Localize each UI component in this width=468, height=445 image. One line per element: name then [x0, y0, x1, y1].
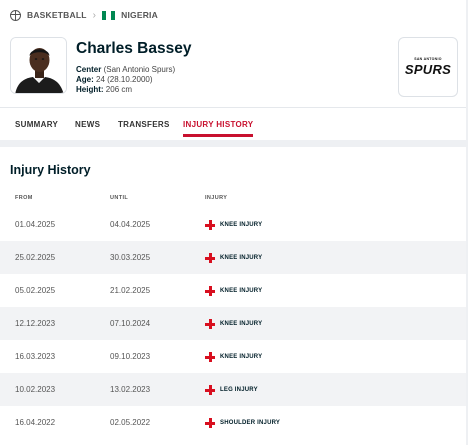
- from-date: 10.02.2023: [15, 385, 56, 394]
- player-position: Center: [76, 65, 102, 74]
- until-date: 13.02.2023: [110, 385, 151, 394]
- until-date: 30.03.2025: [110, 253, 151, 262]
- team-logo-name: SPURS: [404, 62, 452, 77]
- column-header-until: UNTIL: [110, 195, 129, 201]
- player-age-line: Age: 24 (28.10.2000): [76, 75, 175, 85]
- until-date: 04.04.2025: [110, 220, 151, 229]
- breadcrumb-country[interactable]: NIGERIA: [121, 10, 158, 20]
- injury-type: KNEE INJURY: [220, 321, 263, 327]
- player-height-value: 206 cm: [105, 85, 133, 94]
- injury-cell: KNEE INJURY: [205, 220, 262, 230]
- until-date: 07.10.2024: [110, 319, 151, 328]
- injury-cell: KNEE INJURY: [205, 319, 262, 329]
- from-date: 16.03.2023: [15, 352, 56, 361]
- from-date: 12.12.2023: [15, 319, 56, 328]
- injury-cross-icon: [205, 418, 215, 428]
- breadcrumb-sport[interactable]: BASKETBALL: [27, 10, 87, 20]
- table-row: 05.02.2025 21.02.2025 KNEE INJURY: [0, 274, 466, 307]
- player-name: Charles Bassey: [76, 40, 192, 57]
- injury-type: KNEE INJURY: [220, 255, 263, 261]
- from-date: 01.04.2025: [15, 220, 56, 229]
- from-date: 05.02.2025: [15, 286, 56, 295]
- player-height-line: Height: 206 cm: [76, 85, 175, 95]
- until-date: 02.05.2022: [110, 418, 151, 427]
- injury-cross-icon: [205, 253, 215, 263]
- team-logo[interactable]: SAN ANTONIO SPURS: [398, 37, 458, 97]
- player-header-card: BASKETBALL › NIGERIA Charles Bassey Cent…: [0, 0, 466, 140]
- table-header: FROM UNTIL INJURY: [0, 191, 466, 206]
- tab-summary[interactable]: SUMMARY: [15, 120, 58, 129]
- injury-cross-icon: [205, 352, 215, 362]
- injury-cell: SHOULDER INJURY: [205, 418, 280, 428]
- player-age-label: Age:: [76, 75, 94, 84]
- player-position-line: Center (San Antonio Spurs): [76, 65, 175, 75]
- flag-stripe-right: [110, 10, 116, 20]
- table-row: 10.02.2023 13.02.2023 LEG INJURY: [0, 373, 466, 406]
- basketball-icon: [10, 9, 21, 21]
- until-date: 21.02.2025: [110, 286, 151, 295]
- injury-cross-icon: [205, 385, 215, 395]
- tab-transfers[interactable]: TRANSFERS: [118, 120, 170, 129]
- column-header-injury: INJURY: [205, 195, 228, 201]
- player-info: Center (San Antonio Spurs) Age: 24 (28.1…: [76, 65, 175, 95]
- player-tabs: SUMMARY NEWS TRANSFERS INJURY HISTORY: [0, 107, 466, 138]
- player-age-value: 24 (28.10.2000): [96, 75, 153, 84]
- player-portrait-icon: [11, 38, 66, 93]
- until-date: 09.10.2023: [110, 352, 151, 361]
- nigeria-flag-icon: [102, 10, 116, 20]
- tab-injury-history[interactable]: INJURY HISTORY: [183, 120, 254, 137]
- injury-type: KNEE INJURY: [220, 222, 263, 228]
- from-date: 25.02.2025: [15, 253, 56, 262]
- team-logo-city: SAN ANTONIO: [414, 57, 442, 61]
- breadcrumb-separator-icon: ›: [92, 9, 97, 21]
- table-row: 16.04.2022 02.05.2022 SHOULDER INJURY: [0, 406, 466, 439]
- injury-type: KNEE INJURY: [220, 354, 263, 360]
- column-header-from: FROM: [15, 195, 33, 201]
- player-photo: [10, 37, 67, 94]
- table-row: 12.12.2023 07.10.2024 KNEE INJURY: [0, 307, 466, 340]
- injury-cell: LEG INJURY: [205, 385, 258, 395]
- injury-history-card: Injury History FROM UNTIL INJURY 01.04.2…: [0, 147, 466, 445]
- injury-cross-icon: [205, 220, 215, 230]
- injury-cell: KNEE INJURY: [205, 253, 262, 263]
- from-date: 16.04.2022: [15, 418, 56, 427]
- breadcrumb: BASKETBALL › NIGERIA: [10, 8, 158, 22]
- injury-type: SHOULDER INJURY: [220, 420, 281, 426]
- table-row: 16.03.2023 09.10.2023 KNEE INJURY: [0, 340, 466, 373]
- injury-cross-icon: [205, 286, 215, 296]
- injury-cross-icon: [205, 319, 215, 329]
- injury-cell: KNEE INJURY: [205, 286, 262, 296]
- injury-cell: KNEE INJURY: [205, 352, 262, 362]
- injury-type: KNEE INJURY: [220, 288, 263, 294]
- table-row: 01.04.2025 04.04.2025 KNEE INJURY: [0, 208, 466, 241]
- section-title: Injury History: [10, 163, 91, 177]
- tab-news[interactable]: NEWS: [75, 120, 100, 129]
- player-team-link[interactable]: (San Antonio Spurs): [104, 65, 176, 74]
- injury-type: LEG INJURY: [220, 387, 258, 393]
- table-row: 25.02.2025 30.03.2025 KNEE INJURY: [0, 241, 466, 274]
- player-height-label: Height:: [76, 85, 104, 94]
